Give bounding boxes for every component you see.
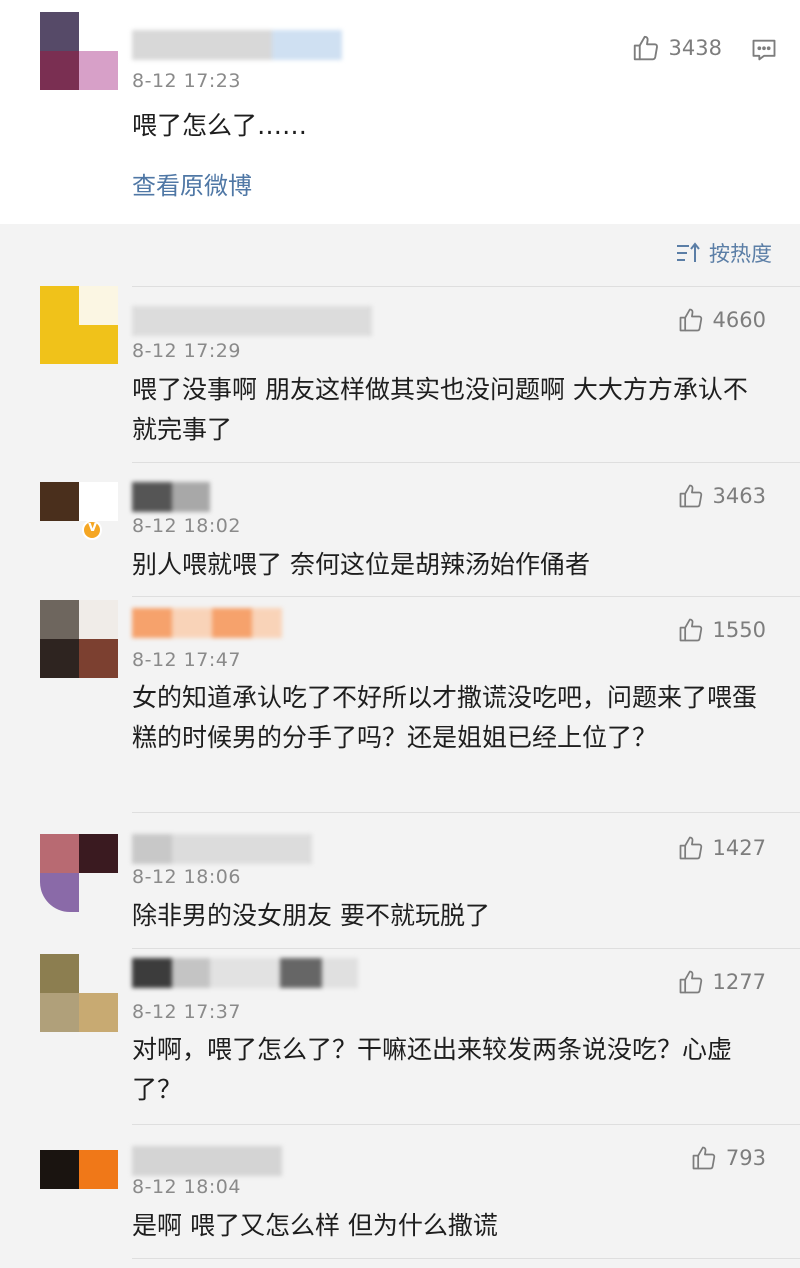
comment-time: 8-12 17:37 [132,1001,241,1023]
username-blurred[interactable] [132,1146,282,1176]
like-button[interactable]: 3438 [631,33,722,63]
verified-badge-icon [82,519,102,540]
sort-by-hot-button[interactable]: 按热度 [675,238,772,268]
thumbs-up-icon [692,1146,716,1170]
top-comment-card: 8-12 17:23 3438 喂了怎么了…… 查看原微博 [0,0,800,224]
thumbs-up-icon [679,970,702,994]
avatar[interactable] [40,286,118,364]
divider [132,462,800,463]
avatar[interactable] [40,482,118,560]
like-count: 1427 [712,836,766,860]
like-button[interactable]: 793 [690,1144,766,1172]
comment-text: 对啊，喂了怎么了？干嘛还出来较发两条说没吃？心虚了？ [132,1035,733,1104]
comment-item: 1277 8-12 17:37 对啊，喂了怎么了？干嘛还出来较发两条说没吃？心虚… [0,948,800,1124]
comment-item: 1550 8-12 17:47 女的知道承认吃了不好所以才撒谎没吃吧，问题来了喂… [0,596,800,812]
like-count: 1277 [712,970,766,994]
comment-text: 喂了没事啊 朋友这样做其实也没问题啊 大大方方承认不就完事了 [132,375,748,444]
view-original-post-link[interactable]: 查看原微博 [132,166,252,201]
like-count: 3463 [712,484,766,508]
comment-text: 是啊 喂了又怎么样 但为什么撒谎 [132,1211,498,1240]
divider [132,1258,800,1259]
comment-icon[interactable] [750,36,778,68]
comment-text: 喂了怎么了…… [132,111,308,140]
comment-time: 8-12 17:29 [132,340,241,362]
like-count: 793 [725,1146,766,1170]
sort-icon [677,242,700,262]
divider [132,812,800,813]
avatar[interactable] [40,1150,118,1228]
comment-time: 8-12 18:02 [132,515,241,537]
like-button[interactable]: 1550 [677,616,766,644]
thumbs-up-icon [679,618,702,642]
comment-item: 793 8-12 18:04 是啊 喂了又怎么样 但为什么撒谎 [0,1124,800,1268]
avatar[interactable] [40,12,118,90]
thumbs-up-icon [679,836,702,860]
like-count: 4660 [712,308,766,332]
avatar[interactable] [40,600,118,678]
thumbs-up-icon [679,308,702,332]
divider [132,948,800,949]
like-button[interactable]: 1277 [677,968,766,996]
username-blurred[interactable] [132,608,282,638]
comment-item: 1427 8-12 18:06 除非男的没女朋友 要不就玩脱了 [0,812,800,948]
like-button[interactable]: 1427 [677,834,766,862]
like-button[interactable]: 3463 [677,482,766,510]
sort-label: 按热度 [709,242,772,266]
username-blurred[interactable] [132,958,358,988]
username-blurred[interactable] [132,834,312,864]
comment-text: 除非男的没女朋友 要不就玩脱了 [132,901,490,930]
thumbs-up-icon [679,484,702,508]
comment-item: 4660 8-12 17:29 喂了没事啊 朋友这样做其实也没问题啊 大大方方承… [0,286,800,462]
username-blurred[interactable] [132,306,372,336]
comment-text: 女的知道承认吃了不好所以才撒谎没吃吧，问题来了喂蛋糕的时候男的分手了吗？还是姐姐… [132,683,758,752]
divider [132,596,800,597]
username-blurred[interactable] [132,30,342,60]
comment-time: 8-12 18:04 [132,1176,241,1198]
avatar[interactable] [40,834,118,912]
like-count: 1550 [712,618,766,642]
comment-text: 别人喂就喂了 奈何这位是胡辣汤始作俑者 [132,550,590,579]
comment-time: 8-12 17:23 [132,70,241,92]
like-button[interactable]: 4660 [677,306,766,334]
like-count: 3438 [668,36,722,60]
divider [132,286,800,287]
thumbs-up-icon [633,35,658,61]
divider [132,1124,800,1125]
comment-time: 8-12 18:06 [132,866,241,888]
comment-time: 8-12 17:47 [132,649,241,671]
username-blurred[interactable] [132,482,210,512]
avatar[interactable] [40,954,118,1032]
comment-item: 3463 8-12 18:02 别人喂就喂了 奈何这位是胡辣汤始作俑者 [0,462,800,596]
